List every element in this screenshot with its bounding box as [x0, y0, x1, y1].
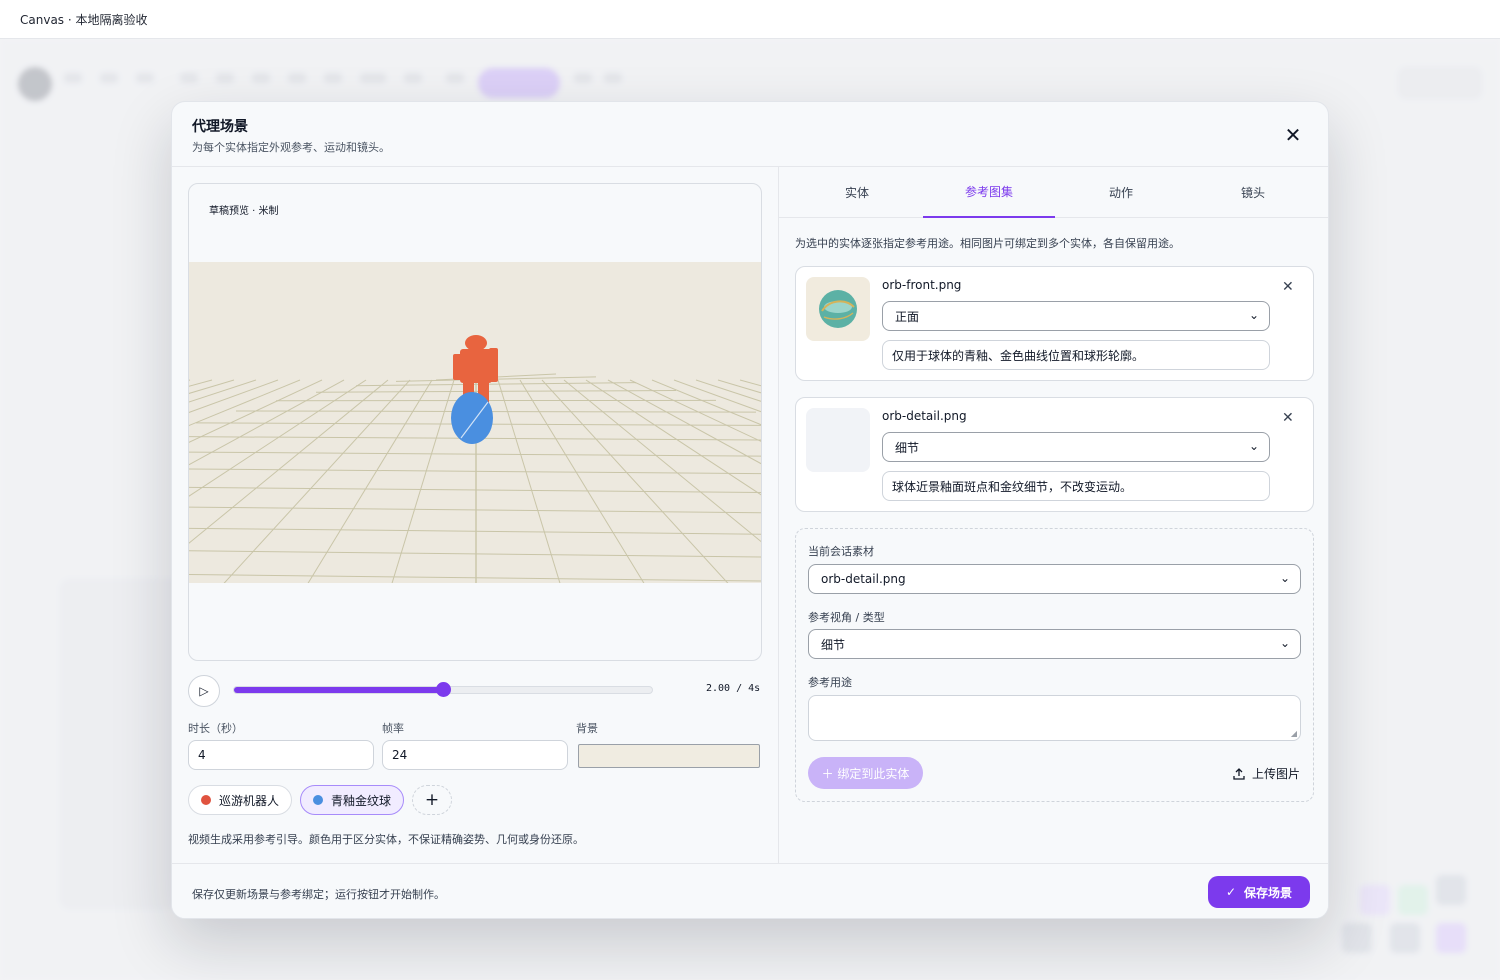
save-scene-button[interactable]: ✓ 保存场景 [1208, 876, 1310, 908]
reference-filename: orb-front.png [882, 278, 962, 292]
asset-label: 当前会话素材 [808, 545, 874, 558]
tab-motion[interactable]: 动作 [1055, 167, 1187, 218]
dialog-subtitle: 为每个实体指定外观参考、运动和镜头。 [192, 141, 390, 154]
reference-view-select[interactable]: 正面 ⌄ [882, 301, 1270, 331]
window-title: Canvas · 本地隔离验收 [20, 12, 148, 27]
chevron-down-icon: ⌄ [1279, 571, 1290, 585]
play-icon: ▷ [199, 684, 209, 698]
scene-viewport[interactable] [189, 262, 762, 583]
reference-thumbnail [806, 408, 870, 472]
view-type-select[interactable]: 细节 ⌄ [808, 629, 1301, 659]
window-titlebar: Canvas · 本地隔离验收 [0, 0, 1500, 39]
entity-chip-robot[interactable]: 巡游机器人 [188, 785, 292, 815]
reference-card: orb-front.png ✕ 正面 ⌄ 仅用于球体的青釉、金色曲线位置和球形轮… [795, 266, 1314, 381]
close-icon[interactable]: ✕ [1278, 120, 1308, 150]
entity-chip-label: 青釉金纹球 [331, 793, 392, 808]
preview-column: 草稿预览 · 米制 ▷ 2.00 / 4s 时长（秒） 4 帧率 24 背景 巡… [172, 167, 778, 863]
plus-icon: + [424, 790, 440, 810]
settings-column: 实体 参考图集 动作 镜头 为选中的实体逐张指定参考用途。相同图片可绑定到多个实… [778, 167, 1328, 863]
time-readout: 2.00 / 4s [706, 683, 761, 694]
remove-reference-close-icon[interactable]: ✕ [1282, 410, 1294, 426]
session-asset-value: orb-detail.png [821, 572, 906, 586]
upload-icon [1233, 767, 1245, 780]
robot-arm-right [489, 348, 498, 382]
dialog-title: 代理场景 [192, 119, 248, 135]
binding-panel: 当前会话素材 orb-detail.png ⌄ 参考视角 / 类型 细节 ⌄ 参… [795, 528, 1314, 802]
fps-label: 帧率 [382, 722, 404, 735]
entity-color-dot [201, 795, 211, 805]
tab-reference-gallery[interactable]: 参考图集 [923, 167, 1055, 218]
reference-filename: orb-detail.png [882, 409, 967, 423]
proxy-scene-dialog: 代理场景 为每个实体指定外观参考、运动和镜头。 ✕ 草稿预览 · 米制 ▷ 2.… [171, 101, 1329, 919]
purpose-label: 参考用途 [808, 676, 852, 689]
glazed-orb-image [819, 290, 857, 328]
preview-card: 草稿预览 · 米制 [188, 183, 762, 661]
upload-image-button[interactable]: 上传图片 [1232, 765, 1300, 782]
tab-entities[interactable]: 实体 [791, 167, 923, 218]
playback-controls: ▷ 2.00 / 4s [188, 675, 762, 707]
bind-to-entity-button[interactable]: ＋ 绑定到此实体 [808, 757, 923, 789]
reference-gallery-note: 为选中的实体逐张指定参考用途。相同图片可绑定到多个实体，各自保留用途。 [795, 237, 1180, 250]
reference-view-value: 正面 [895, 309, 920, 324]
reference-purpose-input[interactable]: 球体近景釉面斑点和金纹细节，不改变运动。 [882, 471, 1270, 501]
background-label: 背景 [576, 722, 598, 735]
entity-chip-label: 巡游机器人 [219, 793, 280, 808]
upload-image-label: 上传图片 [1252, 767, 1301, 781]
view-type-value: 细节 [821, 637, 846, 652]
entity-chip-orb[interactable]: 青釉金纹球 [300, 785, 404, 815]
robot-head [465, 335, 487, 351]
chevron-down-icon: ⌄ [1248, 439, 1259, 453]
timeline-progress [234, 687, 443, 693]
dialog-header: 代理场景 为每个实体指定外观参考、运动和镜头。 ✕ [172, 102, 1328, 167]
timeline-handle[interactable] [436, 682, 451, 697]
remove-reference-close-icon[interactable]: ✕ [1282, 279, 1294, 295]
resize-grip-icon[interactable]: ◢ [1291, 729, 1297, 738]
robot-arm-left [453, 354, 462, 380]
reference-guidance-note: 视频生成采用参考引导。颜色用于区分实体，不保证精确姿势、几何或身份还原。 [188, 833, 584, 846]
save-scene-label: 保存场景 [1244, 885, 1293, 900]
reference-view-select[interactable]: 细节 ⌄ [882, 432, 1270, 462]
orb-entity [451, 392, 493, 444]
entity-color-dot [313, 795, 323, 805]
add-entity-button[interactable]: + [412, 785, 452, 815]
dialog-footer: 保存仅更新场景与参考绑定；运行按钮才开始制作。 ✓ 保存场景 [172, 863, 1328, 918]
tab-bar: 实体 参考图集 动作 镜头 [779, 167, 1328, 218]
play-button[interactable]: ▷ [188, 675, 220, 707]
duration-label: 时长（秒） [188, 722, 243, 735]
session-asset-select[interactable]: orb-detail.png ⌄ [808, 564, 1301, 594]
reference-purpose-input[interactable]: 仅用于球体的青釉、金色曲线位置和球形轮廓。 [882, 340, 1270, 370]
check-icon: ✓ [1225, 885, 1237, 899]
preview-label: 草稿预览 · 米制 [209, 206, 279, 217]
reference-thumbnail [806, 277, 870, 341]
purpose-textarea[interactable]: ◢ [808, 695, 1301, 741]
duration-input[interactable]: 4 [188, 740, 374, 770]
view-type-label: 参考视角 / 类型 [808, 611, 885, 624]
footer-note: 保存仅更新场景与参考绑定；运行按钮才开始制作。 [192, 888, 445, 901]
reference-view-value: 细节 [895, 440, 920, 455]
background-color-picker[interactable] [578, 744, 760, 768]
robot-torso [460, 349, 492, 383]
chevron-down-icon: ⌄ [1248, 308, 1259, 322]
fps-input[interactable]: 24 [382, 740, 568, 770]
reference-card: orb-detail.png ✕ 细节 ⌄ 球体近景釉面斑点和金纹细节，不改变运… [795, 397, 1314, 512]
tab-camera[interactable]: 镜头 [1187, 167, 1319, 218]
chevron-down-icon: ⌄ [1279, 636, 1290, 650]
